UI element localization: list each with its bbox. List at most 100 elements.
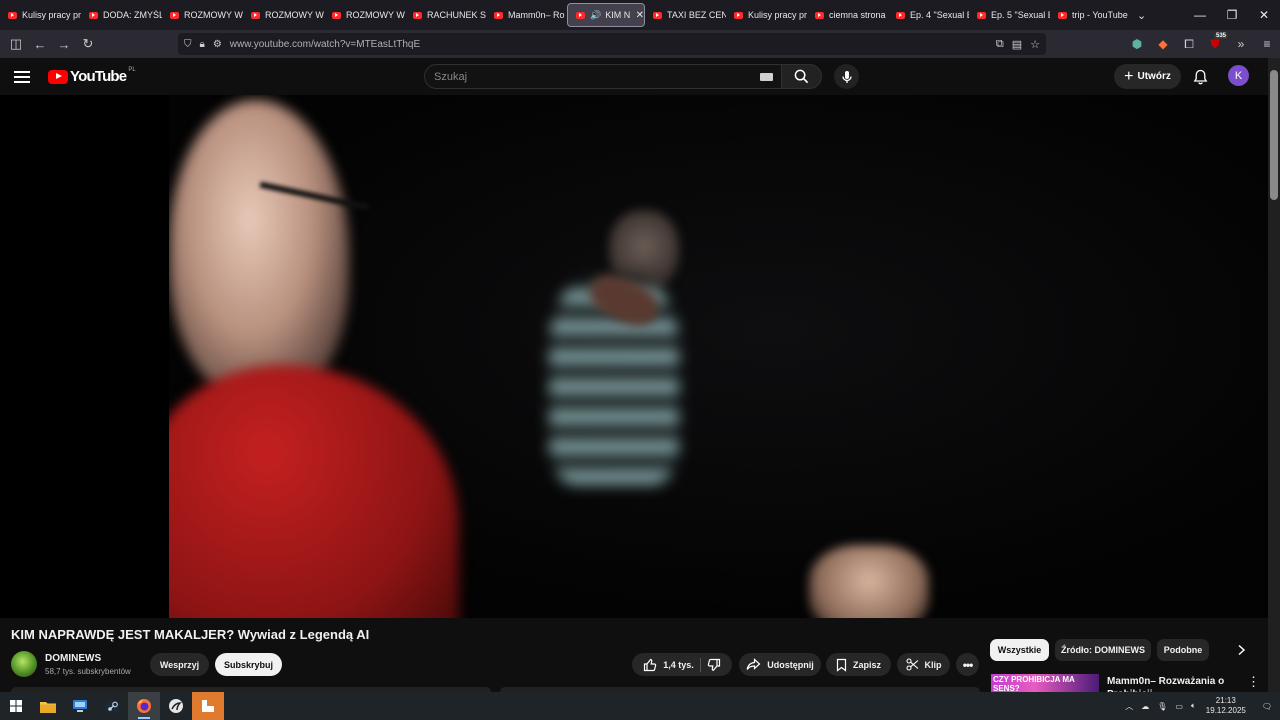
browser-tab[interactable]: Kulisy pracy pr [726, 3, 807, 27]
bookmark-icon [836, 658, 847, 672]
reader-view-icon[interactable]: ▤ [1012, 38, 1022, 51]
browser-tab[interactable]: TAXI BEZ CENZ [645, 3, 726, 27]
tray-overflow-chevron-icon[interactable]: ︿ [1125, 701, 1133, 712]
back-icon[interactable]: ← [28, 32, 52, 56]
chips-next-chevron-icon[interactable] [1230, 639, 1252, 661]
support-button[interactable]: Wesprzyj [150, 653, 209, 676]
url-text[interactable]: www.youtube.com/watch?v=MTEasLtThqE [230, 39, 420, 50]
tracking-shield-icon[interactable]: ⛉ [184, 39, 192, 50]
share-arrow-icon [746, 658, 761, 670]
browser-tab[interactable]: trip - YouTube [1050, 3, 1131, 27]
dislike-button[interactable] [707, 658, 721, 672]
subscribe-button[interactable]: Subskrybuj [215, 653, 282, 676]
restore-icon[interactable]: ❐ [1216, 0, 1248, 30]
more-actions-button[interactable]: ••• [956, 653, 979, 676]
youtube-favicon-icon [734, 11, 743, 19]
subscriber-count: 58,7 tys. subskrybentów [45, 667, 131, 676]
youtube-favicon-icon [170, 11, 179, 19]
speaker-icon[interactable]: 🔊 [590, 10, 601, 21]
close-tab-icon[interactable]: ✕ [636, 10, 644, 21]
clock[interactable]: 21:13 19.12.2025 [1206, 696, 1246, 716]
like-button[interactable]: 1,4 tys. [643, 658, 694, 672]
search-input[interactable]: Szukaj [424, 64, 782, 89]
taskbar-wireguard[interactable] [160, 692, 192, 720]
suggested-video-title[interactable]: Mamm0n– Rozważania o Prohibicji [1107, 675, 1237, 692]
taskbar-app-orange[interactable] [192, 692, 224, 720]
browser-tab[interactable]: Kulisy pracy pr [0, 3, 81, 27]
like-divider [699, 657, 701, 672]
steam-icon [105, 699, 119, 713]
voice-search-button[interactable] [834, 64, 859, 89]
start-button[interactable] [0, 692, 32, 720]
browser-tab[interactable]: RACHUNEK SU [405, 3, 486, 27]
taskbar-steam[interactable] [96, 692, 128, 720]
create-button[interactable]: + Utwórz [1114, 64, 1181, 89]
taskbar-remote-desktop[interactable] [64, 692, 96, 720]
overflow-chevron-icon[interactable]: » [1228, 37, 1254, 51]
browser-tab[interactable]: Ep. 5 "Sexual B [969, 3, 1050, 27]
share-button[interactable]: Udostępnij [739, 653, 821, 676]
taskbar-firefox[interactable] [128, 692, 160, 720]
browser-tab-active[interactable]: 🔊KIM NA✕ [567, 3, 645, 27]
network-icon[interactable]: ▭ [1175, 702, 1183, 711]
browser-tab[interactable]: ROZMOWY W [162, 3, 243, 27]
video-title: KIM NAPRAWDĘ JEST MAKALJER? Wywiad z Leg… [11, 627, 370, 642]
scrollbar-thumb[interactable] [1270, 70, 1278, 200]
youtube-favicon-icon [977, 11, 986, 19]
close-window-icon[interactable]: ✕ [1248, 0, 1280, 30]
more-vertical-icon[interactable]: ⋮ [1247, 674, 1260, 690]
youtube-logo[interactable]: YouTube PL [48, 67, 136, 85]
taskbar-file-explorer[interactable] [32, 692, 64, 720]
notifications-bell-icon[interactable] [1190, 67, 1210, 87]
video-player[interactable] [0, 95, 1268, 618]
extensions-puzzle-icon[interactable]: ⧠ [1176, 37, 1202, 52]
youtube-play-logo-icon [48, 69, 68, 84]
volume-icon[interactable]: 🔈︎ [1191, 701, 1196, 711]
browser-tab[interactable]: DODA: ZMYŚLI [81, 3, 162, 27]
onedrive-cloud-icon[interactable]: ☁ [1141, 702, 1149, 711]
browser-tab[interactable]: Ep. 4 "Sexual B [888, 3, 969, 27]
forward-icon[interactable]: → [52, 32, 76, 56]
browser-tab[interactable]: ROZMOWY W [243, 3, 324, 27]
chip-source-channel[interactable]: Źródło: DOMINEWS [1055, 639, 1151, 661]
ublock-icon[interactable]: ⛊ 535 [1202, 32, 1229, 52]
lock-icon[interactable]: 🔒︎ [200, 39, 205, 50]
minimize-icon[interactable]: — [1184, 0, 1216, 30]
sidebar-toggle-icon[interactable]: ◫ [4, 32, 28, 56]
youtube-favicon-icon [413, 11, 422, 19]
reload-icon[interactable]: ↻ [76, 32, 100, 56]
windows-taskbar: ︿ ☁ 🎙︎ ▭ 🔈︎ 21:13 19.12.2025 🗨︎ [0, 692, 1280, 720]
youtube-favicon-icon [896, 11, 905, 19]
save-button[interactable]: Zapisz [826, 653, 891, 676]
clip-button[interactable]: Klip [897, 653, 950, 676]
youtube-favicon-icon [89, 11, 98, 19]
suggested-video-thumbnail[interactable]: CZY PROHIBICJA MA SENS? [991, 674, 1099, 692]
browser-tab[interactable]: Mamm0n– Ro [486, 3, 567, 27]
video-figure-shirt [169, 365, 459, 618]
search-button[interactable] [781, 64, 822, 89]
browser-tab[interactable]: ROZMOWY W [324, 3, 405, 27]
url-bar[interactable]: ⛉ 🔒︎ ⚙ www.youtube.com/watch?v=MTEasLtTh… [178, 33, 1046, 55]
video-figure-head [169, 100, 349, 400]
notifications-icon[interactable]: 🗨︎ [1262, 702, 1272, 711]
vpn-extension-icon[interactable]: ⬢ [1124, 37, 1150, 51]
chip-all[interactable]: Wszystkie [990, 639, 1049, 661]
extension-fox-icon[interactable]: ◆ [1150, 37, 1176, 51]
list-all-tabs-icon[interactable]: ⌄ [1137, 9, 1146, 22]
keyboard-icon[interactable] [760, 73, 773, 81]
plus-icon: + [1124, 67, 1134, 85]
page-scrollbar[interactable] [1268, 58, 1280, 692]
guide-menu-icon[interactable] [14, 67, 34, 87]
chip-related[interactable]: Podobne [1157, 639, 1209, 661]
channel-name[interactable]: DOMINEWS [45, 653, 101, 664]
youtube-favicon-icon [251, 11, 260, 19]
browser-tab[interactable]: ciemna strona [807, 3, 888, 27]
account-avatar[interactable]: K [1228, 65, 1249, 86]
app-menu-icon[interactable]: ≡ [1254, 37, 1280, 51]
channel-avatar[interactable] [11, 651, 37, 677]
permissions-icon[interactable]: ⚙ [213, 39, 222, 50]
microphone-tray-icon[interactable]: 🎙︎ [1157, 702, 1167, 711]
youtube-favicon-icon [576, 11, 585, 19]
picture-in-picture-icon[interactable]: ⧉ [996, 38, 1004, 51]
bookmark-star-icon[interactable]: ☆ [1030, 38, 1040, 51]
